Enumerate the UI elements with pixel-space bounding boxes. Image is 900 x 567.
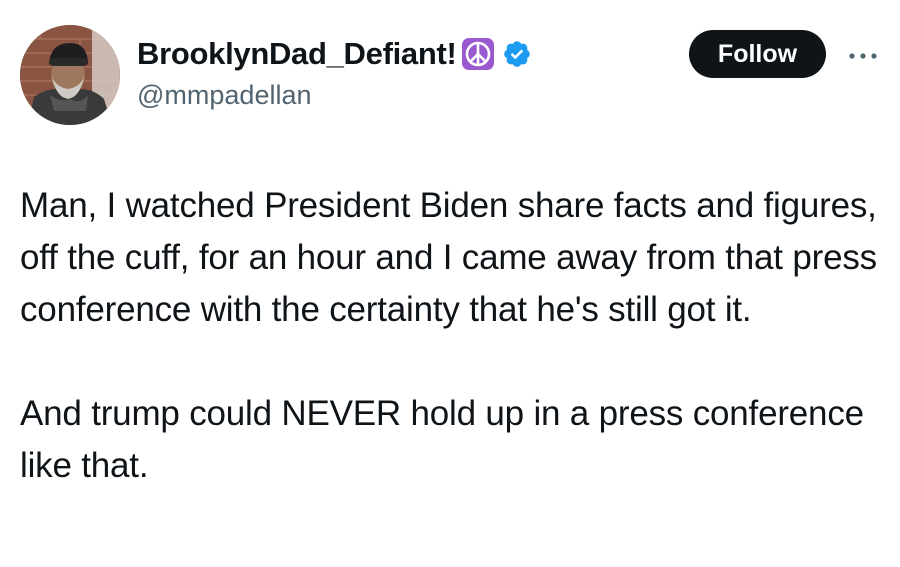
peace-symbol-icon [461,37,495,71]
tweet-paragraph: Man, I watched President Biden share fac… [20,186,877,329]
tweet-paragraph: And trump could NEVER hold up in a press… [20,394,864,485]
more-options-icon[interactable] [846,49,880,61]
avatar[interactable] [20,25,120,125]
tweet-text: Man, I watched President Biden share fac… [20,180,885,492]
display-name[interactable]: BrooklynDad_Defiant! [137,36,457,72]
tweet-card: BrooklynDad_Defiant! @mmpadellan Follow [0,0,900,567]
avatar-photo [20,25,120,125]
author-name-row: BrooklynDad_Defiant! [137,32,532,76]
follow-button[interactable]: Follow [689,30,826,78]
author-handle[interactable]: @mmpadellan [137,80,312,111]
verified-badge-icon[interactable] [502,39,532,69]
